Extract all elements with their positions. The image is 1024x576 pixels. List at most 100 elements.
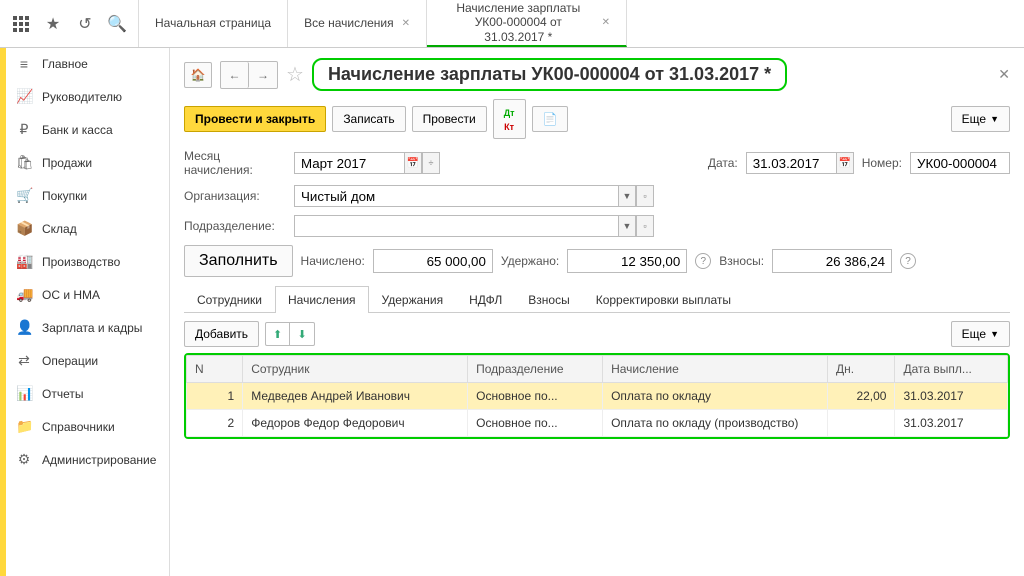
back-button[interactable]: ←	[221, 62, 249, 88]
sidebar-item-main[interactable]: ≡Главное	[6, 48, 169, 80]
sidebar-item-label: Справочники	[42, 420, 115, 434]
row-month: Месяц начисления: ÷ Дата: Номер:	[184, 149, 1010, 177]
sidebar-item-salary[interactable]: 👤 Зарплата и кадры	[6, 311, 169, 344]
cell-accrual: Оплата по окладу	[603, 383, 828, 410]
date-field[interactable]	[746, 152, 836, 174]
dropdown-icon[interactable]	[618, 215, 636, 237]
dep-label: Подразделение:	[184, 219, 286, 233]
sidebar-item-label: Склад	[42, 222, 77, 236]
col-paydate[interactable]: Дата выпл...	[895, 356, 1008, 383]
subtab-accruals[interactable]: Начисления	[275, 286, 369, 313]
dropdown-icon[interactable]	[618, 185, 636, 207]
accrued-value[interactable]	[373, 249, 493, 273]
sidebar-item-catalogs[interactable]: 📁 Справочники	[6, 410, 169, 443]
favorite-icon[interactable]: ★	[44, 15, 62, 33]
sidebar-item-label: Главное	[42, 57, 88, 71]
factory-icon: 🏭	[16, 253, 32, 270]
col-n[interactable]: N	[187, 356, 243, 383]
move-down-icon[interactable]: ⬇	[290, 323, 314, 345]
col-days[interactable]: Дн.	[828, 356, 895, 383]
sidebar-item-bank[interactable]: ₽Банк и касса	[6, 113, 169, 146]
subtab-corrections[interactable]: Корректировки выплаты	[583, 286, 744, 313]
tab-home[interactable]: Начальная страница	[139, 0, 288, 47]
month-field[interactable]	[294, 152, 404, 174]
sidebar-item-manager[interactable]: 📈Руководителю	[6, 80, 169, 113]
tab-payroll-doc[interactable]: Начисление зарплаты УК00-000004 от 31.03…	[427, 0, 627, 47]
dep-field[interactable]	[294, 215, 618, 237]
cell-n: 1	[187, 383, 243, 410]
star-icon[interactable]: ☆	[286, 62, 304, 87]
close-icon[interactable]: ✕	[602, 17, 610, 28]
swap-icon: ⇄	[16, 352, 32, 369]
history-icon[interactable]: ↺	[76, 15, 94, 33]
number-field[interactable]	[910, 152, 1010, 174]
more-button[interactable]: Еще▼	[951, 106, 1010, 132]
print-button[interactable]: 📄	[532, 106, 569, 132]
open-icon[interactable]	[636, 215, 654, 237]
sidebar-item-production[interactable]: 🏭Производство	[6, 245, 169, 278]
add-button[interactable]: Добавить	[184, 321, 259, 347]
person-icon: 👤	[16, 319, 32, 336]
tab-all-accruals[interactable]: Все начисления ✕	[288, 0, 427, 47]
col-accrual[interactable]: Начисление	[603, 356, 828, 383]
month-input[interactable]: ÷	[294, 152, 440, 174]
save-button[interactable]: Записать	[332, 106, 405, 132]
table-more-button[interactable]: Еще▼	[951, 321, 1010, 347]
table-header: N Сотрудник Подразделение Начисление Дн.…	[187, 356, 1008, 383]
data-table: N Сотрудник Подразделение Начисление Дн.…	[184, 353, 1010, 439]
table-toolbar: Добавить ⬆ ⬇ Еще▼	[184, 321, 1010, 347]
col-employee[interactable]: Сотрудник	[243, 356, 468, 383]
table-row[interactable]: 1 Медведев Андрей Иванович Основное по..…	[187, 383, 1008, 410]
calendar-icon[interactable]	[836, 152, 854, 174]
subtab-employees[interactable]: Сотрудники	[184, 286, 275, 313]
help-icon[interactable]: ?	[900, 253, 916, 269]
home-button[interactable]: 🏠	[184, 62, 212, 88]
apps-icon[interactable]	[12, 15, 30, 33]
contrib-value[interactable]	[772, 249, 892, 273]
tab-label: Начальная страница	[155, 16, 271, 30]
withheld-value[interactable]	[567, 249, 687, 273]
sidebar-item-label: Операции	[42, 354, 98, 368]
col-department[interactable]: Подразделение	[468, 356, 603, 383]
org-field[interactable]	[294, 185, 618, 207]
subtab-contrib[interactable]: Взносы	[515, 286, 582, 313]
table-row[interactable]: 2 Федоров Федор Федорович Основное по...…	[187, 410, 1008, 437]
sidebar-item-sales[interactable]: 🛍Продажи	[6, 146, 169, 179]
close-icon[interactable]: ✕	[998, 66, 1010, 83]
open-icon[interactable]	[636, 185, 654, 207]
row-org: Организация:	[184, 185, 1010, 207]
sidebar-item-assets[interactable]: 🚚ОС и НМА	[6, 278, 169, 311]
close-icon[interactable]: ✕	[402, 18, 410, 29]
sidebar-item-purchases[interactable]: 🛒Покупки	[6, 179, 169, 212]
calendar-icon[interactable]	[404, 152, 422, 174]
contrib-label: Взносы:	[719, 254, 764, 268]
fill-button[interactable]: Заполнить	[184, 245, 293, 277]
sidebar-item-warehouse[interactable]: 📦Склад	[6, 212, 169, 245]
date-input[interactable]	[746, 152, 854, 174]
help-icon[interactable]: ?	[695, 253, 711, 269]
subtab-deductions[interactable]: Удержания	[369, 286, 457, 313]
forward-button[interactable]: →	[249, 62, 277, 88]
sidebar-item-admin[interactable]: ⚙Администрирование	[6, 443, 169, 476]
stepper-icon[interactable]: ÷	[422, 152, 440, 174]
dep-input[interactable]	[294, 215, 654, 237]
accrued-label: Начислено:	[301, 254, 365, 268]
doc-toolbar: Провести и закрыть Записать Провести ДтК…	[184, 99, 1010, 139]
dtkt-button[interactable]: ДтКт	[493, 99, 526, 139]
move-up-icon[interactable]: ⬆	[266, 323, 290, 345]
org-input[interactable]	[294, 185, 654, 207]
sidebar-item-reports[interactable]: 📊Отчеты	[6, 377, 169, 410]
search-icon[interactable]: 🔍	[108, 15, 126, 33]
post-and-close-button[interactable]: Провести и закрыть	[184, 106, 326, 132]
sidebar-item-label: ОС и НМА	[42, 288, 100, 302]
top-bar: ★ ↺ 🔍 Начальная страница Все начисления …	[0, 0, 1024, 48]
subtab-ndfl[interactable]: НДФЛ	[456, 286, 515, 313]
cell-date: 31.03.2017	[895, 410, 1008, 437]
cell-date: 31.03.2017	[895, 383, 1008, 410]
post-button[interactable]: Провести	[412, 106, 487, 132]
folder-icon: 📁	[16, 418, 32, 435]
sidebar-item-operations[interactable]: ⇄ Операции	[6, 344, 169, 377]
sidebar-item-label: Продажи	[42, 156, 92, 170]
number-label: Номер:	[862, 156, 902, 170]
sidebar-item-label: Зарплата и кадры	[42, 321, 142, 335]
